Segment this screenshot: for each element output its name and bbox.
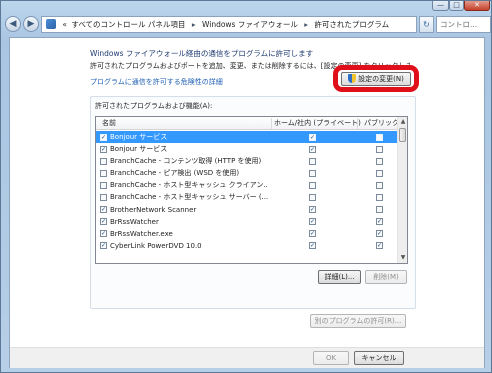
table-row[interactable]: BranchCache - ピア検出 (WSD を使用) (96, 167, 397, 179)
search-input[interactable]: コントロ... (436, 16, 491, 33)
private-checkbox[interactable] (309, 193, 316, 201)
close-button[interactable]: ✕ (464, 1, 490, 11)
program-name: BrRssWatcher (110, 217, 159, 226)
main-content: Windows ファイアウォール経由の通信をプログラムに許可します 許可されたプ… (9, 37, 485, 368)
address-bar[interactable]: « すべてのコントロール パネル項目 ▸ Windows ファイアウォール ▸ … (41, 16, 417, 33)
public-checkbox[interactable]: ✓ (376, 242, 383, 250)
enable-checkbox[interactable]: ✓ (100, 242, 107, 250)
scroll-thumb[interactable] (399, 128, 406, 142)
public-checkbox[interactable] (376, 145, 383, 153)
scroll-down-icon[interactable]: ▼ (398, 253, 407, 263)
breadcrumb-firewall[interactable]: Windows ファイアウォール (201, 17, 299, 32)
private-checkbox[interactable]: ✓ (309, 206, 316, 214)
column-header-public[interactable]: パブリック (364, 117, 399, 129)
remove-button[interactable]: 削除(M) (365, 270, 407, 284)
navigation-bar: ◀ ▶ « すべてのコントロール パネル項目 ▸ Windows ファイアウォー… (1, 13, 492, 35)
ok-button[interactable]: OK (313, 351, 349, 365)
enable-checkbox[interactable] (100, 157, 107, 165)
public-checkbox[interactable] (376, 169, 383, 177)
column-header-name[interactable]: 名前 (102, 117, 116, 129)
private-checkbox[interactable] (309, 169, 316, 177)
private-checkbox[interactable] (309, 181, 316, 189)
program-name: BranchCache - ホスト型キャッシュ サーバー (... (110, 193, 268, 202)
program-name: BrotherNetwork Scanner (110, 205, 197, 214)
public-checkbox[interactable]: ✓ (376, 218, 383, 226)
allowed-programs-group: 許可されたプログラムおよび機能(A): 名前 ホーム/社内 (プライベート) パ… (90, 96, 416, 309)
enable-checkbox[interactable]: ✓ (100, 133, 107, 141)
forward-arrow-icon[interactable]: ▶ (23, 16, 39, 32)
control-panel-window: — □ ✕ ◀ ▶ « すべてのコントロール パネル項目 ▸ Windows フ… (0, 0, 492, 373)
breadcrumb-separator[interactable]: ▸ (189, 17, 199, 32)
vertical-scrollbar[interactable]: ▲ ▼ (397, 117, 407, 263)
table-row[interactable]: BranchCache - コンテンツ取得 (HTTP を使用) (96, 155, 397, 167)
enable-checkbox[interactable] (100, 193, 107, 201)
dialog-footer: OK キャンセル (10, 347, 484, 368)
table-row[interactable]: ✓ Bonjour サービス ✓ (96, 131, 397, 144)
enable-checkbox[interactable]: ✓ (100, 206, 107, 214)
private-checkbox[interactable]: ✓ (309, 145, 316, 153)
public-checkbox[interactable] (376, 181, 383, 189)
table-row[interactable]: BranchCache - ホスト型キャッシュ サーバー (... (96, 191, 397, 203)
allow-another-program-button[interactable]: 別のプログラムの許可(R)... (310, 314, 406, 328)
table-row[interactable]: ✓ Bonjour サービス ✓ (96, 143, 397, 155)
details-button[interactable]: 詳細(L)... (318, 270, 361, 284)
risk-details-link[interactable]: プログラムに通信を許可する危険性の詳細 (90, 77, 223, 87)
program-name: CyberLink PowerDVD 10.0 (110, 241, 202, 250)
programs-list[interactable]: 名前 ホーム/社内 (プライベート) パブリック ✓ Bonjour サービス ✓ ✓… (95, 116, 408, 264)
program-rows: ✓ Bonjour サービス ✓ ✓ Bonjour サービス ✓ BranchCache … (96, 131, 397, 252)
enable-checkbox[interactable] (100, 181, 107, 189)
minimize-button[interactable]: — (432, 1, 449, 11)
program-name: BrRssWatcher.exe (110, 229, 173, 238)
list-header: 名前 ホーム/社内 (プライベート) パブリック (96, 117, 399, 130)
breadcrumb-allowed-programs[interactable]: 許可されたプログラム (313, 17, 390, 32)
public-checkbox[interactable] (376, 157, 383, 165)
table-row[interactable]: ✓ CyberLink PowerDVD 10.0 ✓ ✓ (96, 240, 397, 252)
program-name: BranchCache - ピア検出 (WSD を使用) (110, 169, 240, 178)
enable-checkbox[interactable] (100, 169, 107, 177)
page-title: Windows ファイアウォール経由の通信をプログラムに許可します (90, 49, 314, 58)
column-divider[interactable] (271, 118, 272, 129)
red-highlight-circle (333, 65, 419, 92)
control-panel-icon (46, 19, 56, 29)
program-name: BranchCache - ホスト型キャッシュ クライアン... (110, 181, 268, 190)
public-checkbox[interactable]: ✓ (376, 230, 383, 238)
private-checkbox[interactable]: ✓ (309, 242, 316, 250)
public-checkbox[interactable] (376, 206, 383, 214)
maximize-button[interactable]: □ (449, 1, 464, 11)
breadcrumb-all-items[interactable]: すべてのコントロール パネル項目 (70, 17, 186, 32)
private-checkbox[interactable] (309, 157, 316, 165)
column-divider[interactable] (357, 118, 358, 129)
table-row[interactable]: ✓ BrRssWatcher ✓ ✓ (96, 216, 397, 228)
program-name: Bonjour サービス (110, 133, 168, 141)
enable-checkbox[interactable]: ✓ (100, 218, 107, 226)
private-checkbox[interactable]: ✓ (309, 230, 316, 238)
back-arrow-icon[interactable]: ◀ (5, 16, 21, 32)
program-name: BranchCache - コンテンツ取得 (HTTP を使用) (110, 157, 262, 166)
scroll-up-icon[interactable]: ▲ (398, 117, 407, 127)
table-row[interactable]: ✓ BrRssWatcher.exe ✓ ✓ (96, 228, 397, 240)
refresh-icon[interactable]: ↻ (419, 16, 434, 33)
cancel-button[interactable]: キャンセル (354, 351, 404, 365)
private-checkbox[interactable]: ✓ (309, 218, 316, 226)
public-checkbox[interactable] (376, 193, 383, 201)
table-row[interactable]: ✓ BrotherNetwork Scanner ✓ (96, 204, 397, 216)
program-name: Bonjour サービス (110, 145, 168, 154)
breadcrumb-overflow[interactable]: « (61, 17, 68, 32)
breadcrumb-separator[interactable]: ▸ (301, 17, 311, 32)
table-row[interactable]: BranchCache - ホスト型キャッシュ クライアン... (96, 179, 397, 191)
public-checkbox[interactable] (376, 133, 383, 141)
column-header-private[interactable]: ホーム/社内 (プライベート) (274, 117, 361, 129)
enable-checkbox[interactable]: ✓ (100, 145, 107, 153)
private-checkbox[interactable]: ✓ (309, 133, 316, 141)
title-bar: — □ ✕ (1, 1, 492, 11)
group-label: 許可されたプログラムおよび機能(A): (95, 102, 213, 110)
enable-checkbox[interactable]: ✓ (100, 230, 107, 238)
